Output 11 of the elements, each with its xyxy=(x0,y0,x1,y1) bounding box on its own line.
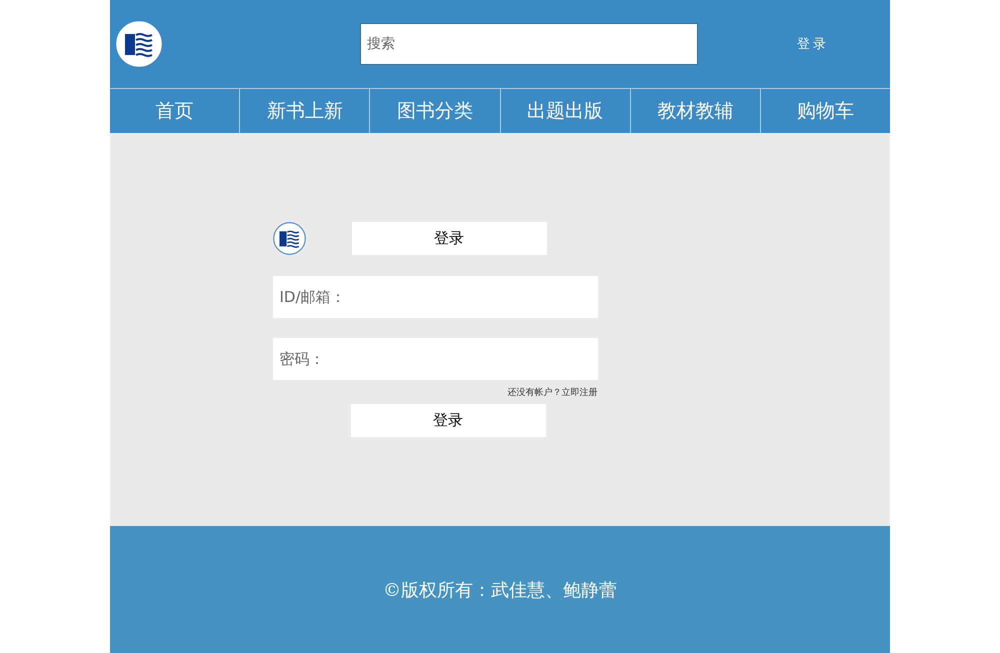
nav-tab[interactable]: 首页 xyxy=(110,89,240,133)
register-link[interactable]: 还没有帐户？立即注册 xyxy=(508,386,598,399)
login-link[interactable]: 登录 xyxy=(797,35,829,53)
search-field[interactable]: 搜索 xyxy=(360,23,698,65)
input-field[interactable]: 密码： xyxy=(272,338,598,380)
book-logo-icon xyxy=(272,222,306,254)
login-title-button[interactable]: 登录 xyxy=(352,222,546,254)
copyright-text: ©版权所有：武佳慧、鲍静蕾 xyxy=(383,578,617,602)
input-field[interactable]: ID/邮箱： xyxy=(272,276,598,318)
book-logo-icon xyxy=(116,21,162,67)
login-submit-button[interactable]: 登录 xyxy=(350,404,546,437)
